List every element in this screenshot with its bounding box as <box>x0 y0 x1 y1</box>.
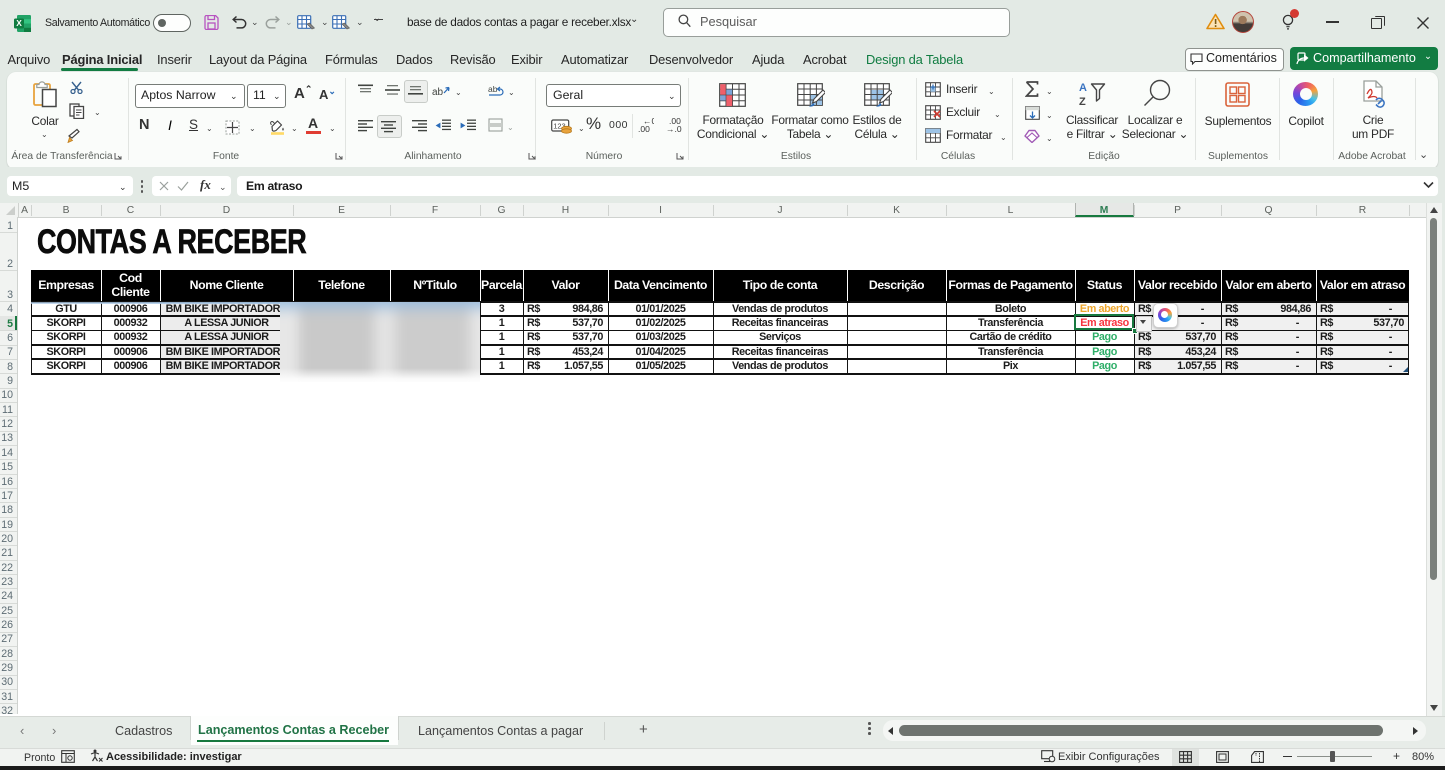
svg-text:A: A <box>1079 82 1087 94</box>
svg-text:ab: ab <box>432 87 444 98</box>
svg-text:X: X <box>16 18 22 28</box>
svg-text:.00: .00 <box>638 124 650 134</box>
svg-text:Z: Z <box>1079 96 1086 108</box>
svg-text:→.0: →.0 <box>666 124 682 134</box>
svg-text:ab: ab <box>488 84 498 94</box>
